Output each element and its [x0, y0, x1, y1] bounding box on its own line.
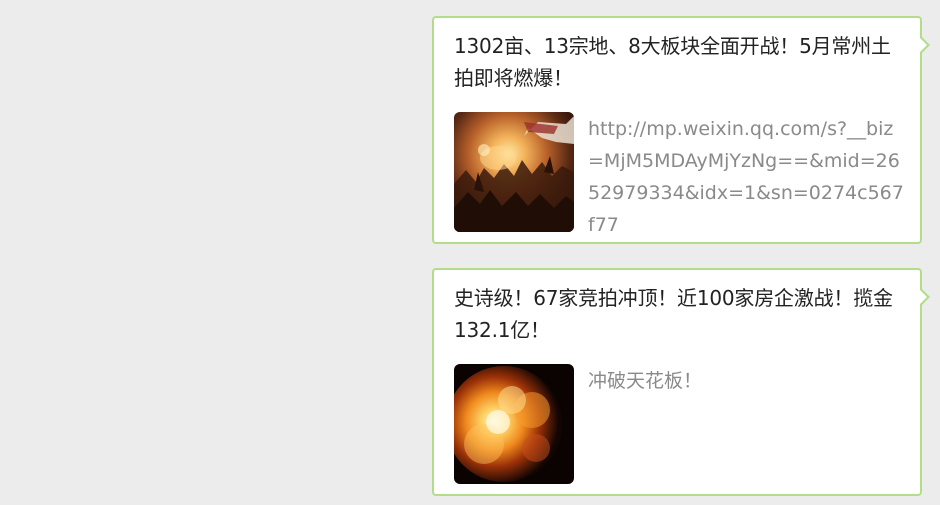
link-card-thumbnail — [454, 112, 574, 232]
link-card-thumbnail — [454, 364, 574, 484]
link-card-description: 冲破天花板！ — [588, 370, 703, 392]
link-card-title: 1302亩、13宗地、8大板块全面开战！5月常州土拍即将燃爆！ — [454, 34, 891, 90]
link-card-title: 史诗级！67家竞拍冲顶！近100家房企激战！揽金132.1亿！ — [454, 286, 893, 342]
link-card-message[interactable]: 史诗级！67家竞拍冲顶！近100家房企激战！揽金132.1亿！ 冲破天花板！ — [432, 268, 930, 496]
link-card-message[interactable]: 1302亩、13宗地、8大板块全面开战！5月常州土拍即将燃爆！ http://m… — [432, 16, 930, 244]
link-card-description: http://mp.weixin.qq.com/s?__biz=MjM5MDAy… — [588, 118, 904, 236]
